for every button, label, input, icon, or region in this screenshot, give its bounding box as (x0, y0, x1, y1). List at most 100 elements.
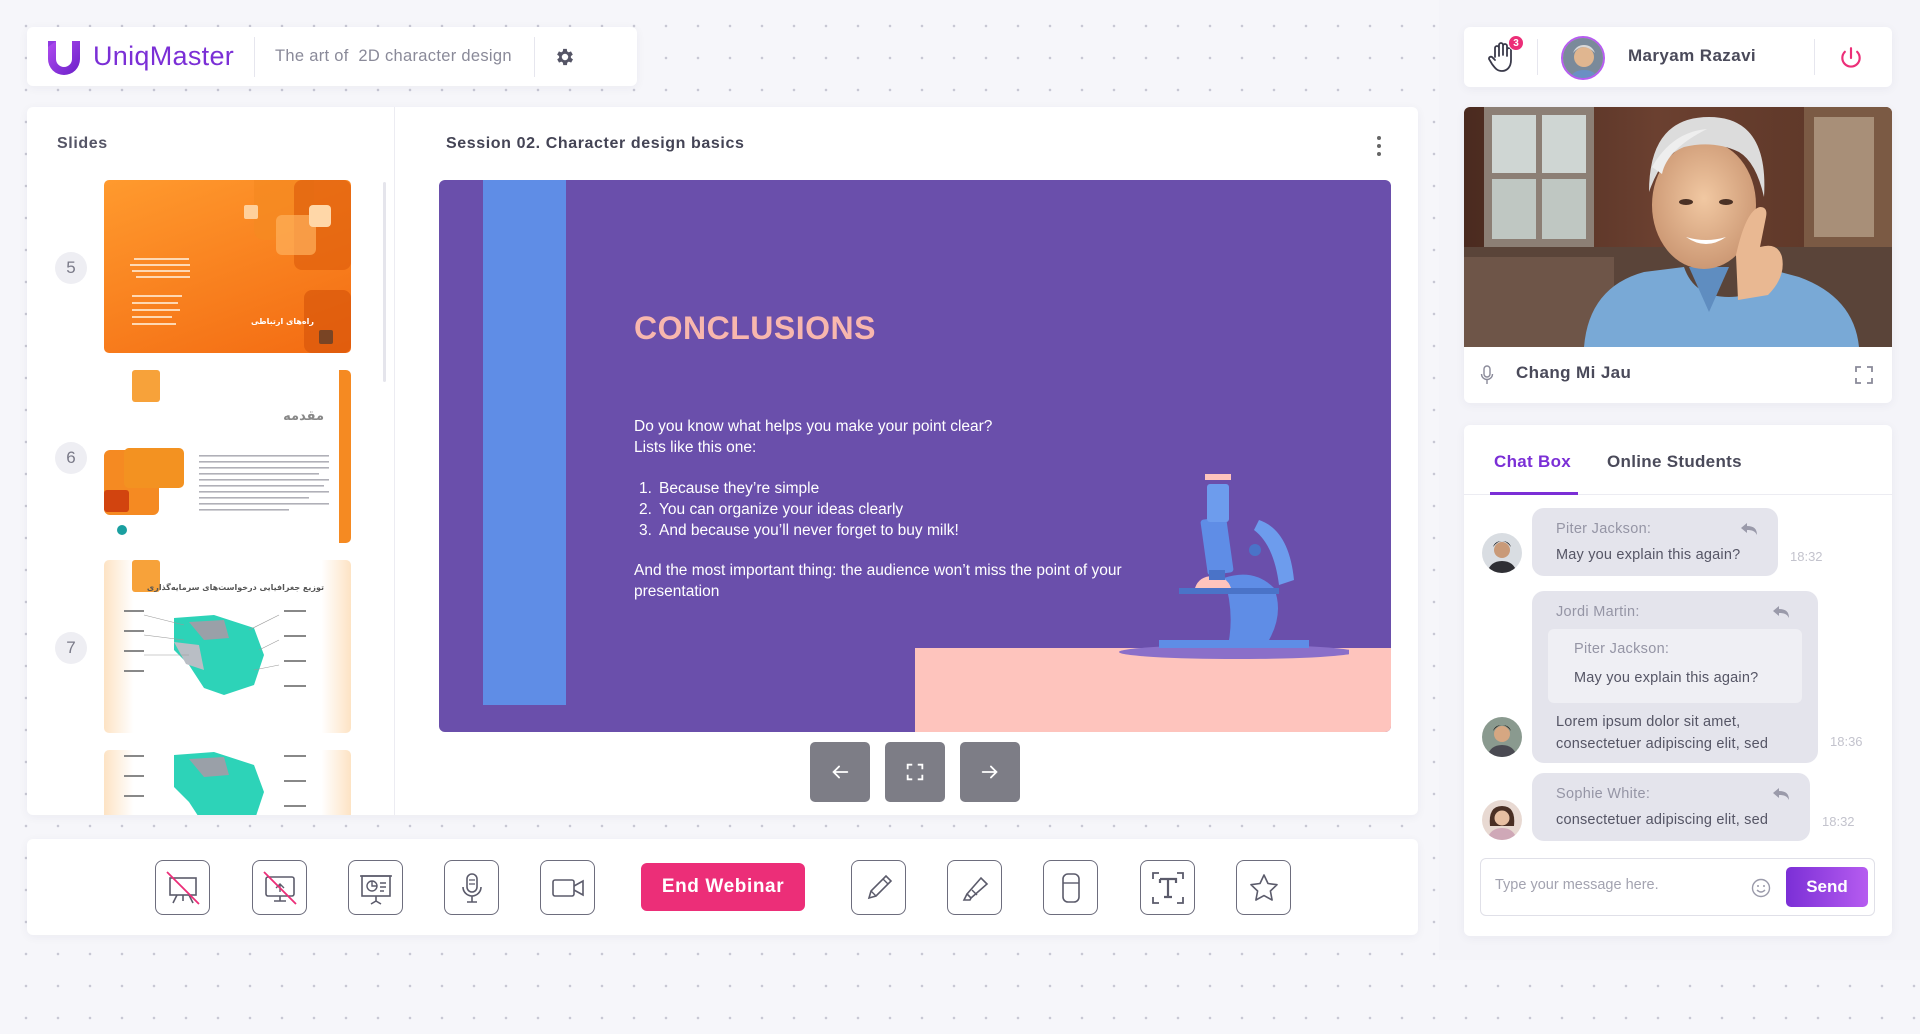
slide-thumb-text: مقدمه (283, 409, 324, 424)
presentation-button[interactable] (348, 860, 403, 915)
main-panel: Slides 5 (27, 107, 1418, 815)
chat-message: Sophie White: consectetuer adipiscing el… (1532, 773, 1810, 841)
current-slide: CONCLUSIONS Do you know what helps you m… (439, 180, 1391, 732)
slide-outro-line: And the most important thing: the audien… (634, 562, 1122, 579)
slide-thumb-text: راه‌های ارتباطی (251, 317, 314, 326)
microphone-icon (1480, 365, 1494, 384)
sticker-tool-button[interactable] (1236, 860, 1291, 915)
next-slide-button[interactable] (960, 742, 1020, 802)
send-button[interactable]: Send (1786, 867, 1868, 907)
tab-chat-box[interactable]: Chat Box (1494, 452, 1571, 472)
end-webinar-button[interactable]: End Webinar (641, 863, 805, 911)
message-text: consectetuer adipiscing elit, sed (1556, 736, 1769, 752)
message-text: consectetuer adipiscing elit, sed (1556, 812, 1769, 828)
slide-thumbnail[interactable] (104, 750, 351, 815)
quoted-sender: Piter Jackson: (1574, 641, 1670, 657)
slide-list: 1. Because they’re simple 2. You can organ… (634, 478, 959, 541)
app-header: UniqMaster The art of 2D character desig… (27, 27, 637, 86)
more-options-button[interactable] (1367, 131, 1391, 161)
message-text: Lorem ipsum dolor sit amet, (1556, 714, 1741, 730)
video-fullscreen-button[interactable] (1852, 363, 1876, 387)
slide-thumbnail[interactable]: مقدمه (104, 370, 351, 543)
chat-message-input[interactable] (1495, 877, 1745, 893)
microphone-button[interactable] (444, 860, 499, 915)
user-avatar[interactable] (1561, 36, 1605, 80)
slide-accent-bar (483, 180, 566, 705)
slide-thumb-text: توزیع جغرافیایی درخواست‌های سرمایه‌گذاری (147, 582, 324, 592)
highlighter-tool-button[interactable] (947, 860, 1002, 915)
slides-title: Slides (57, 135, 108, 152)
fullscreen-icon (906, 763, 924, 781)
slide-thumbnail-art: مقدمه (104, 370, 351, 543)
slide-thumbnail[interactable]: توزیع جغرافیایی درخواست‌های سرمایه‌گذاری (104, 560, 351, 733)
emoji-icon[interactable] (1751, 878, 1771, 898)
prev-arrow-icon (832, 765, 849, 779)
gear-icon (556, 48, 573, 65)
slide-outro-line: presentation (634, 583, 720, 600)
slide-intro-line: Do you know what helps you make your poi… (634, 418, 993, 435)
pencil-icon (867, 874, 892, 899)
avatar (1482, 800, 1522, 840)
slide-number: 5 (55, 252, 87, 284)
slide-thumbnail[interactable]: راه‌های ارتباطی (104, 180, 351, 353)
whiteboard-toggle-button[interactable] (155, 860, 210, 915)
message-sender: Piter Jackson: (1556, 521, 1652, 537)
chat-panel: Chat Box Online Students Piter Jackson: … (1464, 425, 1892, 936)
slide-list-item: 1. Because they’re simple (639, 480, 820, 497)
message-sender: Sophie White: (1556, 786, 1651, 802)
logo-text: UniqMaster (93, 41, 235, 71)
user-bar: 3 Maryam Razavi (1464, 27, 1892, 87)
next-arrow-icon (981, 765, 998, 779)
camera-button[interactable] (540, 860, 595, 915)
slide-intro-line: Lists like this one: (634, 439, 757, 456)
header-divider (254, 36, 256, 77)
message-time: 18:36 (1830, 734, 1863, 749)
text-tool-icon (1151, 871, 1184, 904)
tab-online-students[interactable]: Online Students (1607, 452, 1742, 472)
expand-icon (1855, 366, 1873, 384)
star-icon (1249, 873, 1278, 901)
quoted-message: Piter Jackson: May you explain this agai… (1548, 629, 1802, 703)
slide-item[interactable]: 5 راه‌های ارتباطی (27, 180, 395, 355)
participant-video-frame (1464, 107, 1892, 347)
screen-share-toggle-button[interactable] (252, 860, 307, 915)
previous-slide-button[interactable] (810, 742, 870, 802)
power-icon (1841, 47, 1861, 68)
participant-name: Chang Mi Jau (1516, 363, 1632, 382)
participant-video[interactable] (1464, 107, 1892, 347)
avatar (1482, 717, 1522, 757)
raised-hands-button[interactable]: 3 (1486, 35, 1524, 75)
slide-item[interactable]: 7 توزیع جغرافیایی درخواست‌های سرمایه‌گذا… (27, 560, 395, 735)
settings-button[interactable] (535, 27, 595, 86)
video-camera-icon (551, 878, 584, 897)
slides-panel: Slides 5 (27, 107, 395, 815)
pencil-tool-button[interactable] (851, 860, 906, 915)
slide-thumbnail-art: راه‌های ارتباطی (130, 180, 351, 353)
user-bar-divider (1814, 39, 1815, 75)
active-tab-indicator (1490, 492, 1578, 495)
quoted-text: May you explain this again? (1574, 670, 1759, 686)
user-bar-divider (1537, 39, 1538, 75)
presentation-icon (359, 874, 392, 905)
highlighter-icon (962, 876, 988, 901)
reply-icon[interactable] (1772, 604, 1790, 620)
logo-mark-icon (48, 40, 80, 75)
slide-item[interactable]: 6 مقدمه (27, 370, 395, 545)
reply-icon[interactable] (1772, 786, 1790, 802)
avatar (1482, 533, 1522, 573)
webinar-toolbar: End Webinar (27, 839, 1418, 935)
logo[interactable]: UniqMaster (27, 27, 234, 86)
microscope-illustration (1119, 474, 1349, 659)
chat-compose: Send (1480, 858, 1875, 916)
reply-icon[interactable] (1740, 521, 1758, 537)
eraser-tool-button[interactable] (1043, 860, 1098, 915)
text-tool-button[interactable] (1140, 860, 1195, 915)
slide-number: 7 (55, 632, 87, 664)
fullscreen-button[interactable] (885, 742, 945, 802)
session-title: Session 02. Character design basics (446, 135, 745, 152)
slide-item[interactable] (27, 750, 395, 815)
more-vertical-icon (1377, 136, 1381, 140)
message-time: 18:32 (1790, 549, 1823, 564)
logout-button[interactable] (1834, 41, 1868, 75)
video-panel: Chang Mi Jau (1464, 107, 1892, 403)
